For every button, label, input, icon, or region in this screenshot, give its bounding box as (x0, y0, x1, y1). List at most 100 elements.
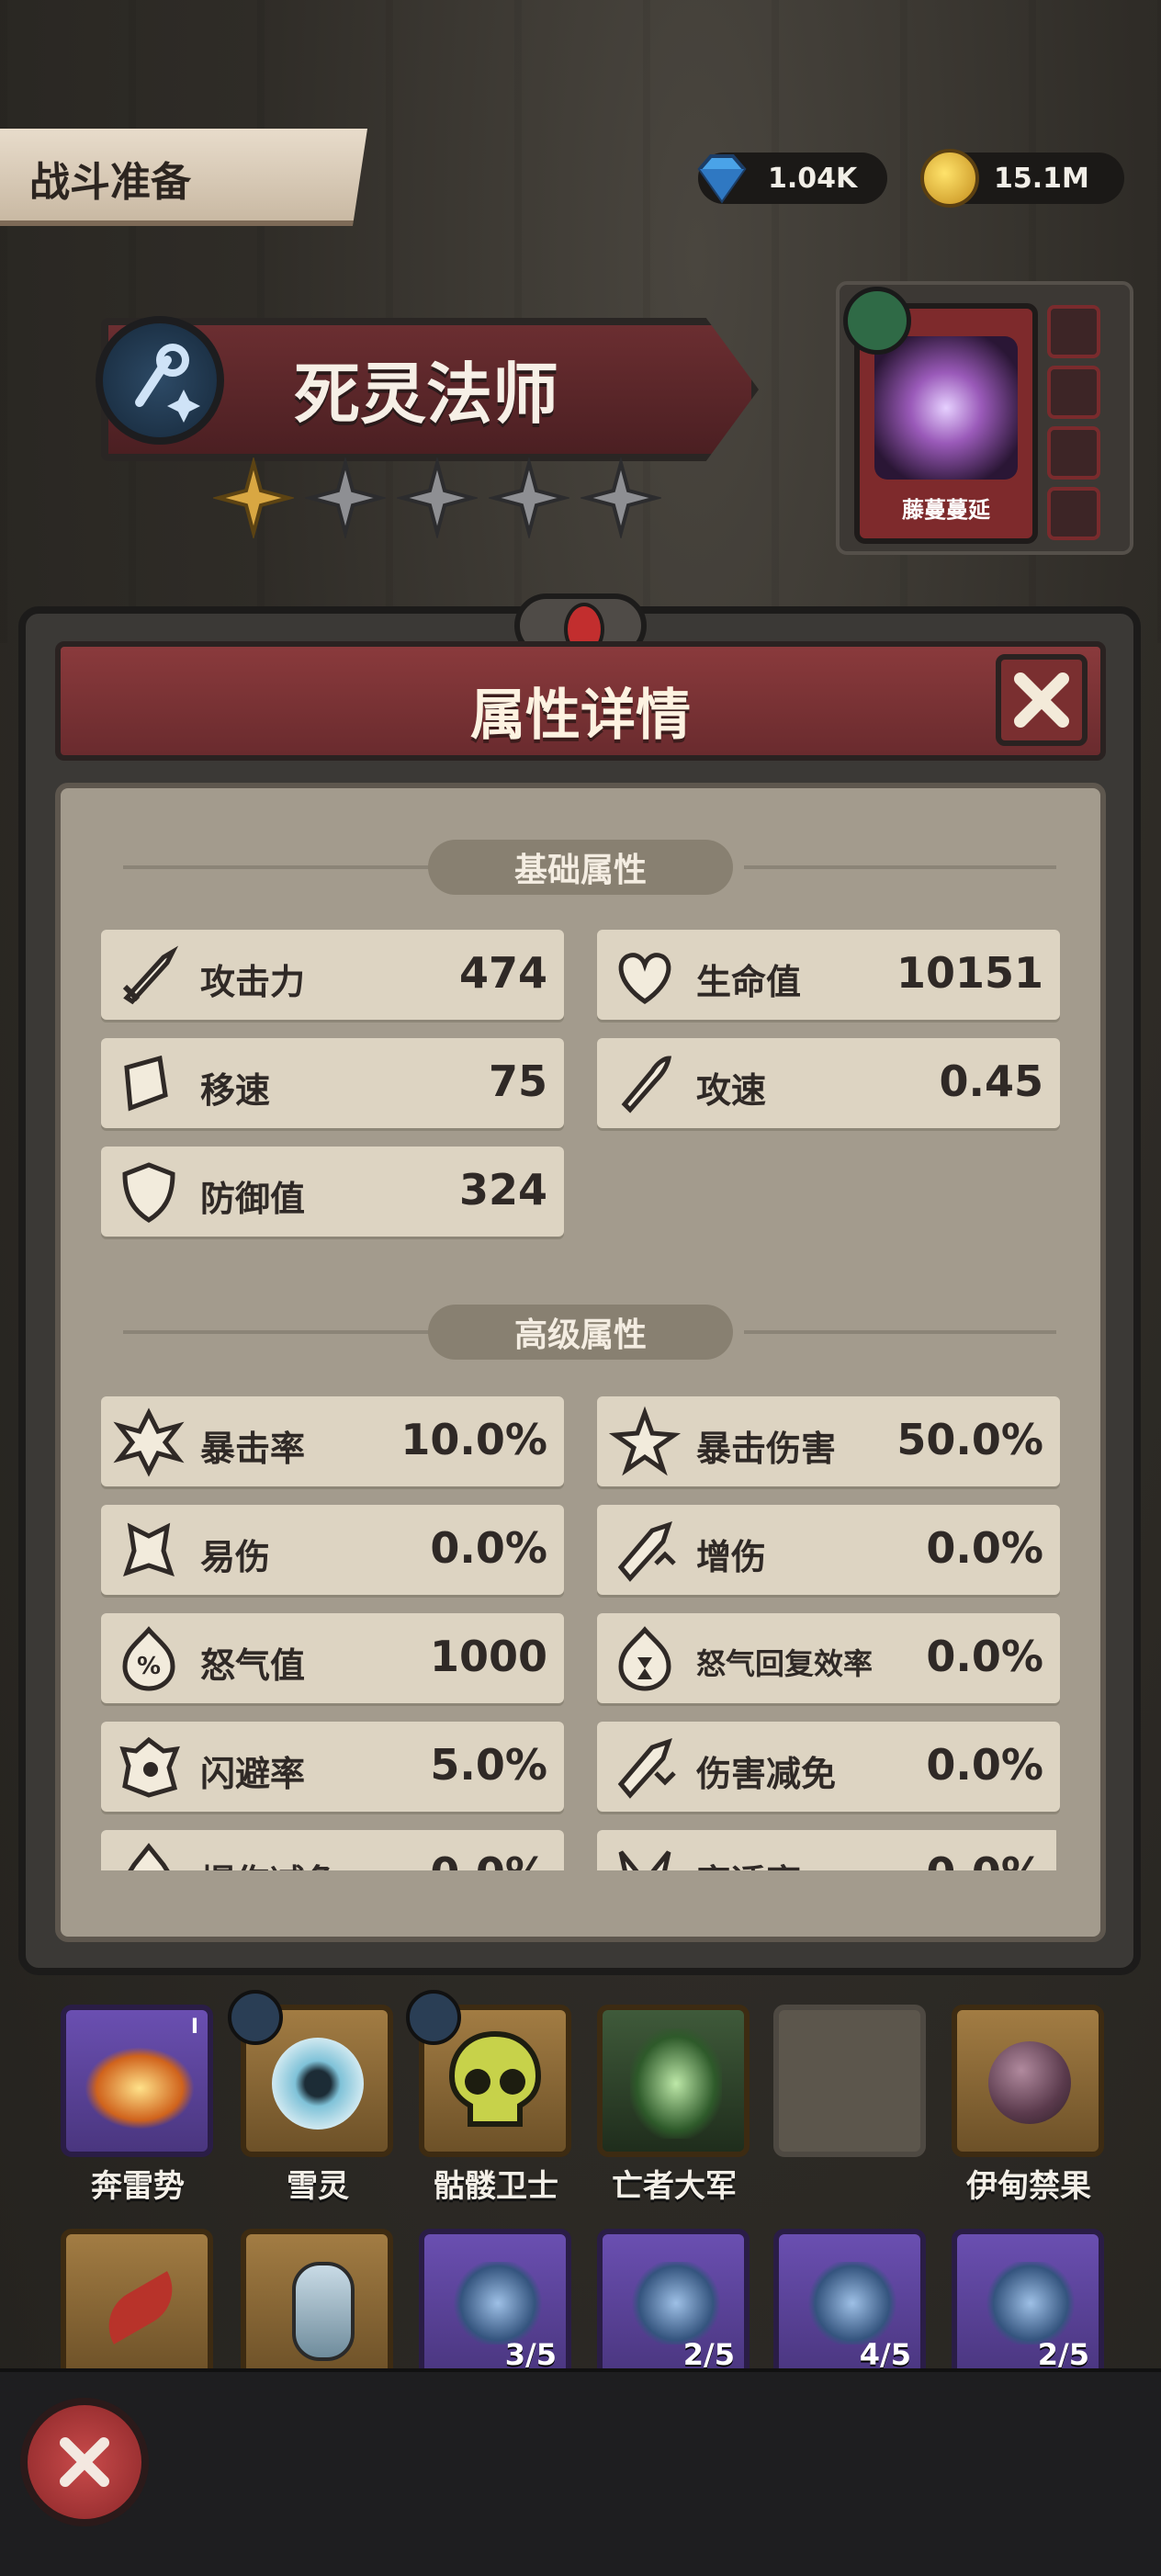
gem-counter[interactable]: 1.04K (697, 153, 887, 204)
star-empty-icon (305, 458, 386, 538)
magic-staff-badge-icon (406, 1990, 461, 2045)
crit-reduction-icon (128, 1842, 170, 1870)
stat-value: 0.45 (939, 1056, 1044, 1106)
basic-attributes-title: 基础属性 (428, 840, 733, 895)
svg-text:%: % (137, 1653, 161, 1680)
item-count: 2/5 (1037, 2337, 1089, 2372)
stat-attack: 攻击力 474 (101, 930, 564, 1020)
stat-value: 474 (458, 948, 547, 998)
stat-label: 闪避率 (200, 1754, 306, 1794)
stat-label: 暴击率 (200, 1429, 306, 1469)
skill-slot-4[interactable] (1047, 487, 1100, 540)
stat-label: 怒气回复效率 (696, 1646, 874, 1681)
star-empty-icon (580, 458, 661, 538)
stat-damage-bonus: 增伤 0.0% (597, 1505, 1060, 1595)
stat-penetration: 穿透率 0.0% (597, 1830, 1056, 1870)
close-icon (60, 2437, 109, 2487)
forbidden-fruit-art (988, 2041, 1071, 2124)
hero-star-rating (213, 458, 661, 538)
stat-value: 10.0% (400, 1415, 547, 1464)
gold-coin-icon (920, 149, 979, 208)
stat-crit-damage: 暴击伤害 50.0% (597, 1396, 1060, 1486)
item-count: 2/5 (682, 2337, 735, 2372)
dodge-icon (119, 1736, 180, 1798)
stat-label: 爆伤减免 (200, 1854, 340, 1870)
gold-counter[interactable]: 15.1M (920, 149, 1124, 208)
item-slot-row2-2[interactable] (241, 2229, 393, 2381)
shield-icon (122, 1162, 175, 1223)
stat-health: 生命值 10151 (597, 930, 1060, 1020)
item-name: 骷髅卫士 (434, 2168, 558, 2205)
crit-damage-icon (608, 1406, 682, 1476)
item-name: 亡者大军 (612, 2168, 737, 2205)
crit-rate-icon (113, 1407, 185, 1477)
vine-spread-art (874, 336, 1018, 480)
item-name: 伊甸禁果 (966, 2168, 1091, 2205)
stat-value: 0.0% (926, 1632, 1043, 1681)
hero-class-icon[interactable] (96, 316, 224, 445)
item-level: I (190, 2016, 198, 2039)
crystal-ore-art (985, 2262, 1076, 2344)
rage-hourglass-icon (618, 1626, 671, 1691)
item-slot-forbidden-fruit[interactable] (952, 2005, 1104, 2157)
skill-slot-1[interactable] (1047, 305, 1100, 358)
damage-reduction-icon (617, 1738, 676, 1799)
stat-value: 0.0% (926, 1848, 1043, 1870)
exit-button[interactable] (20, 2398, 149, 2526)
magic-staff-badge-icon (228, 1990, 283, 2045)
stat-label: 增伤 (696, 1537, 767, 1577)
damage-bonus-icon (617, 1521, 676, 1582)
item-slot-row2-4[interactable]: 2/5 (597, 2229, 750, 2381)
bottom-bar (0, 2368, 1161, 2576)
stat-label: 攻击力 (200, 962, 306, 1002)
star-empty-icon (489, 458, 569, 538)
screen-title-ribbon: 战斗准备 (0, 129, 367, 226)
crystal-ore-art (630, 2262, 722, 2344)
stat-rage: % 怒气值 1000 (101, 1613, 564, 1703)
item-slot-army-of-dead[interactable] (597, 2005, 750, 2157)
equipped-card-name: 藤蔓蔓延 (902, 497, 990, 523)
stat-label: 穿透率 (696, 1854, 801, 1870)
item-slot-thunder[interactable]: I (61, 2005, 213, 2157)
stat-value: 50.0% (896, 1415, 1043, 1464)
item-slot-row2-5[interactable]: 4/5 (773, 2229, 926, 2381)
stat-dodge-rate: 闪避率 5.0% (101, 1722, 564, 1812)
item-count: 4/5 (859, 2337, 911, 2372)
stat-label: 攻速 (696, 1070, 767, 1111)
skill-slot-3[interactable] (1047, 426, 1100, 480)
clipped-stat-row: 爆伤减免 0.0% 穿透率 0.0% (101, 1819, 1056, 1870)
snow-spirit-art (272, 2038, 364, 2130)
modal-close-button[interactable] (996, 654, 1088, 746)
stat-value: 1000 (429, 1632, 547, 1681)
item-slot-row2-1[interactable] (61, 2229, 213, 2381)
item-count: 3/5 (504, 2337, 557, 2372)
stat-label: 防御值 (200, 1179, 306, 1219)
boot-icon (124, 1055, 168, 1112)
stat-value: 5.0% (430, 1740, 547, 1790)
basic-attributes-header: 基础属性 (0, 840, 1161, 895)
stat-label: 生命值 (696, 962, 802, 1002)
item-slot-row2-3[interactable]: 3/5 (419, 2229, 571, 2381)
vulnerability-icon (123, 1522, 175, 1576)
stat-value: 75 (488, 1056, 547, 1106)
item-slot-row2-6[interactable]: 2/5 (952, 2229, 1104, 2381)
stat-rage-regen: 怒气回复效率 0.0% (597, 1613, 1060, 1703)
stat-crit-damage-reduction: 爆伤减免 0.0% (101, 1830, 564, 1870)
stat-value: 10151 (896, 948, 1043, 998)
stat-label: 伤害减免 (696, 1754, 837, 1794)
star-filled-icon (213, 458, 294, 538)
lantern-art (292, 2262, 355, 2361)
close-icon (1014, 672, 1069, 728)
modal-title: 属性详情 (470, 684, 691, 748)
sword-icon (122, 945, 179, 1005)
stat-label: 易伤 (200, 1537, 271, 1577)
heart-icon (618, 953, 671, 1005)
skill-slot-2[interactable] (1047, 366, 1100, 419)
stat-move-speed: 移速 75 (101, 1038, 564, 1128)
item-slot-empty[interactable] (773, 2005, 926, 2157)
stat-label: 移速 (200, 1070, 271, 1111)
stat-damage-reduction: 伤害减免 0.0% (597, 1722, 1060, 1812)
stat-label: 怒气值 (200, 1645, 306, 1686)
screen-title: 战斗准备 (29, 159, 191, 206)
stat-crit-rate: 暴击率 10.0% (101, 1396, 564, 1486)
